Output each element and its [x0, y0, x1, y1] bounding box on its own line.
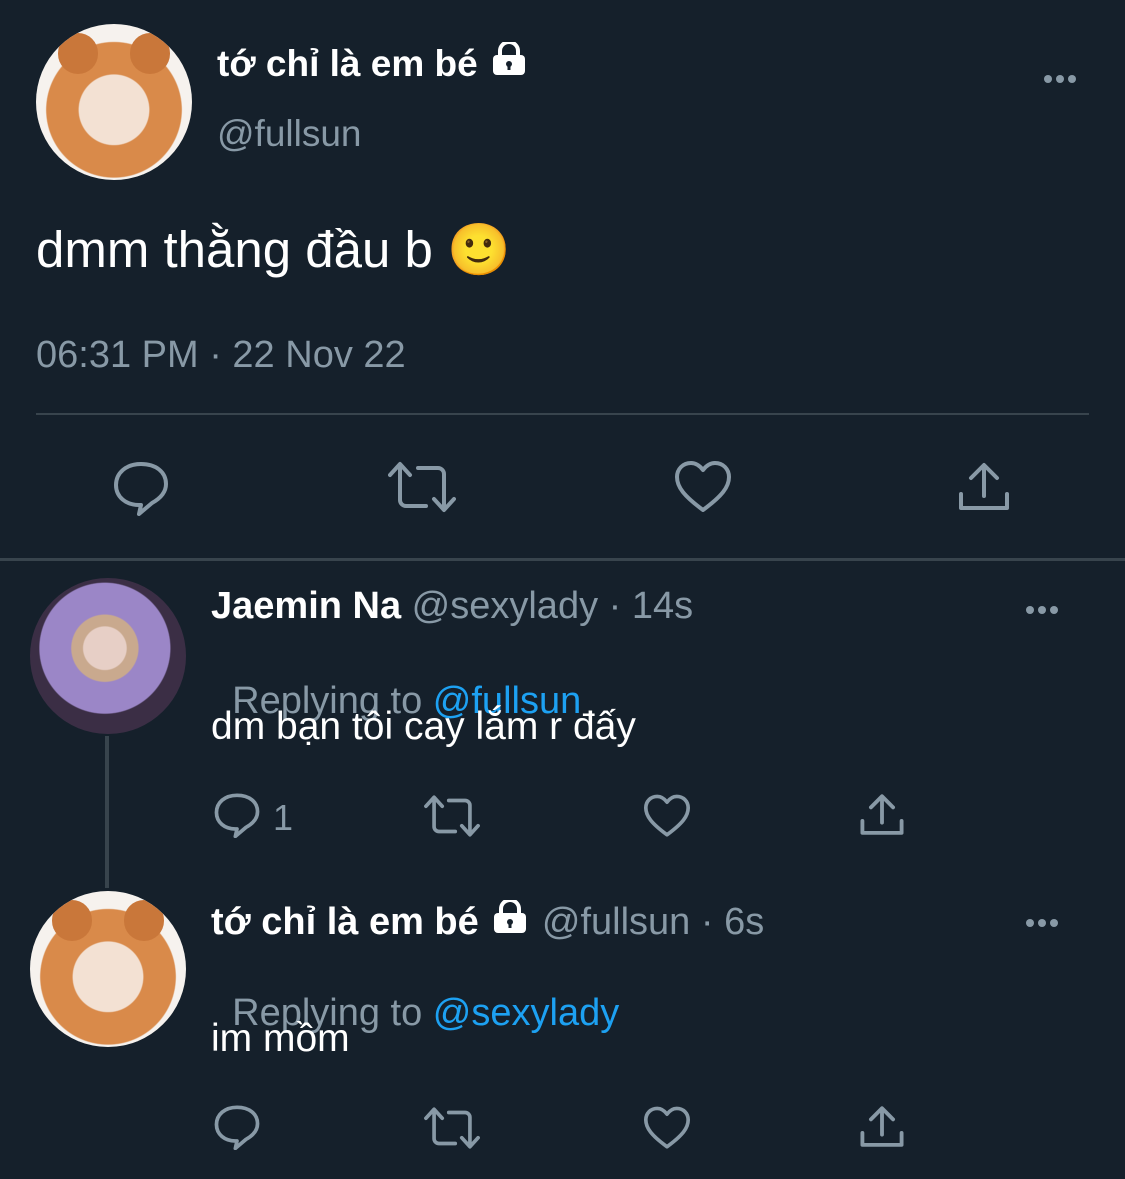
- like-icon[interactable]: [643, 1106, 691, 1150]
- display-name[interactable]: Jaemin Na: [211, 585, 401, 627]
- display-name[interactable]: tớ chỉ là em bé: [217, 43, 478, 84]
- reply-icon[interactable]: [112, 460, 170, 516]
- share-icon[interactable]: [859, 792, 905, 838]
- like-icon[interactable]: [643, 794, 691, 838]
- handle-meta[interactable]: @sexylady · 14s: [412, 585, 693, 627]
- timestamp[interactable]: 06:31 PM · 22 Nov 22: [36, 334, 406, 377]
- handle-meta[interactable]: @fullsun · 6s: [542, 901, 764, 943]
- retweet-icon[interactable]: [388, 460, 456, 514]
- reply-count: 1: [273, 797, 294, 838]
- divider: [36, 413, 1089, 415]
- reply-icon[interactable]: [213, 1104, 261, 1150]
- handle[interactable]: @fullsun: [217, 113, 362, 155]
- tweet-text: dmm thằng đầu b 🙂: [36, 221, 511, 278]
- retweet-icon[interactable]: [424, 794, 480, 838]
- more-icon[interactable]: [1044, 70, 1080, 88]
- reply-text: dm bạn tôi cay lắm r đấy: [211, 705, 636, 748]
- mention-link[interactable]: @sexylady: [433, 992, 619, 1034]
- display-name[interactable]: tớ chỉ là em bé: [211, 901, 479, 943]
- reply-icon[interactable]: [213, 792, 261, 838]
- reply-text: im mồm: [211, 1017, 350, 1060]
- avatar[interactable]: [36, 24, 192, 180]
- retweet-icon[interactable]: [424, 1106, 480, 1150]
- more-icon[interactable]: [1026, 914, 1062, 932]
- avatar[interactable]: [30, 891, 186, 1047]
- lock-icon: [489, 898, 531, 944]
- more-icon[interactable]: [1026, 601, 1062, 619]
- avatar[interactable]: [30, 578, 186, 734]
- share-icon[interactable]: [957, 460, 1011, 514]
- like-icon[interactable]: [674, 460, 732, 514]
- thread-line: [105, 736, 109, 888]
- lock-icon: [488, 40, 530, 85]
- section-divider: [0, 558, 1125, 561]
- share-icon[interactable]: [859, 1104, 905, 1150]
